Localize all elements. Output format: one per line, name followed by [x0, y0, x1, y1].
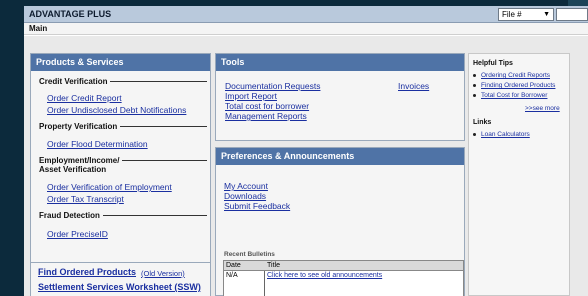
submit-feedback-link[interactable]: Submit Feedback	[224, 201, 290, 211]
old-announcements-link[interactable]: Click here to see old announcements	[267, 272, 382, 279]
tips-list: Ordering Credit Reports Finding Ordered …	[473, 72, 555, 102]
divider	[110, 81, 207, 82]
import-report-link[interactable]: Import Report	[225, 91, 277, 101]
bullet-icon	[473, 132, 476, 136]
helpful-tips-heading: Helpful Tips	[473, 60, 513, 67]
table-row: N/A Click here to see old announcements	[224, 271, 463, 283]
order-credit-report-link[interactable]: Order Credit Report	[47, 93, 122, 103]
order-voe-link[interactable]: Order Verification of Employment	[47, 182, 172, 192]
tip-ordering-credit-reports-link[interactable]: Ordering Credit Reports	[481, 72, 550, 79]
tip-total-cost-borrower-link[interactable]: Total Cost for Borrower	[481, 92, 547, 99]
file-select-value: File #	[502, 10, 522, 19]
order-undisclosed-debt-link[interactable]: Order Undisclosed Debt Notifications	[47, 105, 186, 115]
downloads-link[interactable]: Downloads	[224, 191, 266, 201]
tools-panel: Tools Documentation Requests Import Repo…	[215, 53, 465, 141]
list-item: Ordering Credit Reports	[473, 72, 555, 79]
preferences-announcements-panel: Preferences & Announcements My Account D…	[215, 147, 465, 296]
app-window: ADVANTAGE PLUS File # ▼ Main Products & …	[24, 6, 588, 296]
bullet-icon	[473, 73, 476, 77]
menu-bar: Main	[24, 23, 588, 35]
see-more-link[interactable]: >>see more	[525, 105, 560, 112]
tip-finding-ordered-products-link[interactable]: Finding Ordered Products	[481, 82, 555, 89]
employment-verification-section-line2: Asset Verification	[39, 165, 207, 174]
chevron-down-icon: ▼	[543, 11, 550, 18]
documentation-requests-link[interactable]: Documentation Requests	[225, 81, 320, 91]
employment-title-line1: Employment/Income/	[39, 156, 120, 165]
loan-calculators-link[interactable]: Loan Calculators	[481, 131, 530, 138]
title-bar: ADVANTAGE PLUS File # ▼	[24, 6, 588, 23]
order-flood-determination-link[interactable]: Order Flood Determination	[47, 139, 148, 149]
menu-main[interactable]: Main	[29, 24, 47, 33]
title-column-header: Title	[267, 262, 280, 269]
fraud-detection-section: Fraud Detection	[39, 211, 207, 220]
credit-verification-section: Credit Verification	[39, 77, 207, 86]
helpful-tips-sidebar: Helpful Tips Ordering Credit Reports Fin…	[468, 53, 570, 296]
divider	[122, 160, 207, 161]
bullet-icon	[473, 83, 476, 87]
recent-bulletins-label: Recent Bulletins	[224, 251, 275, 258]
date-column-header: Date	[226, 262, 241, 269]
bulletins-header-row: Date Title	[224, 261, 463, 271]
bulletin-date: N/A	[226, 272, 238, 279]
divider	[102, 215, 207, 216]
app-title: ADVANTAGE PLUS	[29, 9, 112, 19]
bullet-icon	[473, 93, 476, 97]
main-content: Products & Services Credit Verification …	[24, 36, 588, 296]
bulletins-table: Date Title N/A Click here to see old ann…	[223, 260, 464, 296]
employment-verification-section: Employment/Income/	[39, 156, 207, 165]
products-heading: Products & Services	[31, 54, 210, 71]
credit-verification-title: Credit Verification	[39, 77, 108, 86]
old-version-link[interactable]: (Old Version)	[141, 269, 185, 278]
settlement-services-worksheet-link[interactable]: Settlement Services Worksheet (SSW)	[38, 282, 201, 292]
order-tax-transcript-link[interactable]: Order Tax Transcript	[47, 194, 124, 204]
list-item: Finding Ordered Products	[473, 82, 555, 89]
invoices-link[interactable]: Invoices	[398, 81, 429, 91]
find-ordered-products-link[interactable]: Find Ordered Products	[38, 267, 136, 277]
links-list: Loan Calculators	[473, 131, 530, 141]
preferences-heading: Preferences & Announcements	[216, 148, 464, 165]
fraud-detection-title: Fraud Detection	[39, 211, 100, 220]
management-reports-link[interactable]: Management Reports	[225, 111, 307, 121]
tools-heading: Tools	[216, 54, 464, 71]
file-number-input[interactable]	[556, 8, 588, 21]
divider	[120, 126, 207, 127]
property-verification-title: Property Verification	[39, 122, 118, 131]
links-heading: Links	[473, 119, 492, 126]
products-footer: Find Ordered Products (Old Version) Sett…	[31, 262, 210, 296]
list-item: Total Cost for Borrower	[473, 92, 555, 99]
order-preciseid-link[interactable]: Order PreciseID	[47, 229, 108, 239]
property-verification-section: Property Verification	[39, 122, 207, 131]
total-cost-link[interactable]: Total cost for borrower	[225, 101, 309, 111]
list-item: Loan Calculators	[473, 131, 530, 138]
products-services-panel: Products & Services Credit Verification …	[30, 53, 211, 296]
file-number-select[interactable]: File # ▼	[498, 8, 554, 21]
my-account-link[interactable]: My Account	[224, 181, 268, 191]
employment-title-line2: Asset Verification	[39, 165, 107, 174]
